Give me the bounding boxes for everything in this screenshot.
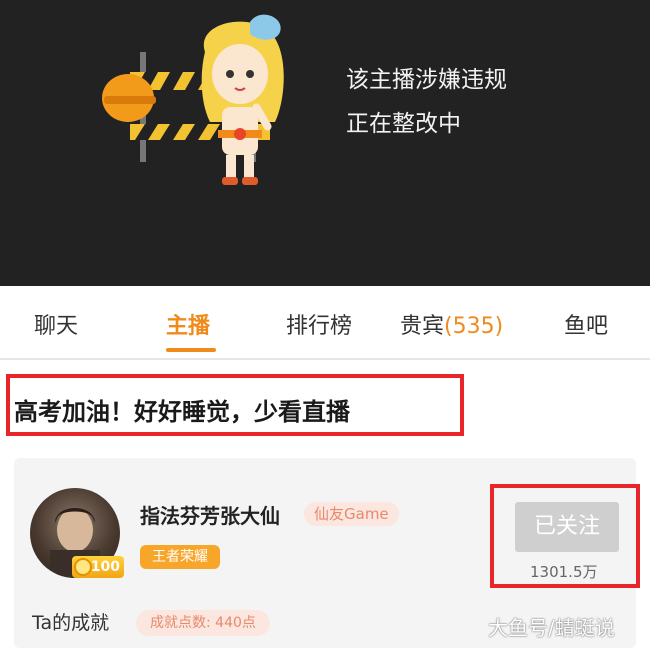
follow-button[interactable]: 已关注 bbox=[515, 502, 619, 552]
construction-mascot-illustration bbox=[102, 14, 284, 185]
banner-line-2: 正在整改中 bbox=[346, 111, 461, 137]
tab-vip-count: (535) bbox=[444, 314, 504, 339]
achievement-label: Ta的成就 bbox=[32, 612, 110, 634]
achievement-points-tag: 成就点数: 440点 bbox=[136, 610, 270, 636]
announcement-text: 高考加油！好好睡觉，少看直播 bbox=[14, 398, 350, 426]
watermark: 大鱼号/蜻蜓说 bbox=[488, 616, 615, 640]
tab-leaderboard[interactable]: 排行榜 bbox=[286, 308, 352, 340]
tab-streamer[interactable]: 主播 bbox=[166, 308, 210, 340]
banner-line-1: 该主播涉嫌违规 bbox=[346, 67, 507, 93]
tab-vip[interactable]: 贵宾(535) bbox=[400, 308, 503, 340]
tab-bar: 聊天 主播 排行榜 贵宾(535) 鱼吧 bbox=[0, 286, 650, 360]
violation-banner: 该主播涉嫌违规 正在整改中 bbox=[0, 0, 650, 286]
game-tag: 仙友Game bbox=[304, 502, 399, 526]
streamer-name: 指法芬芳张大仙 bbox=[140, 504, 280, 528]
tab-fish-bar[interactable]: 鱼吧 bbox=[564, 308, 608, 340]
level-badge: 100 bbox=[72, 556, 124, 578]
mascot-character bbox=[201, 14, 284, 185]
level-value: 100 bbox=[90, 559, 120, 575]
tab-vip-label: 贵宾 bbox=[400, 314, 445, 339]
follower-count: 1301.5万 bbox=[530, 563, 598, 581]
active-tab-indicator bbox=[166, 348, 216, 352]
rank-tag: 王者荣耀 bbox=[140, 545, 220, 569]
tab-chat[interactable]: 聊天 bbox=[34, 308, 78, 340]
level-coin-icon bbox=[74, 558, 92, 576]
